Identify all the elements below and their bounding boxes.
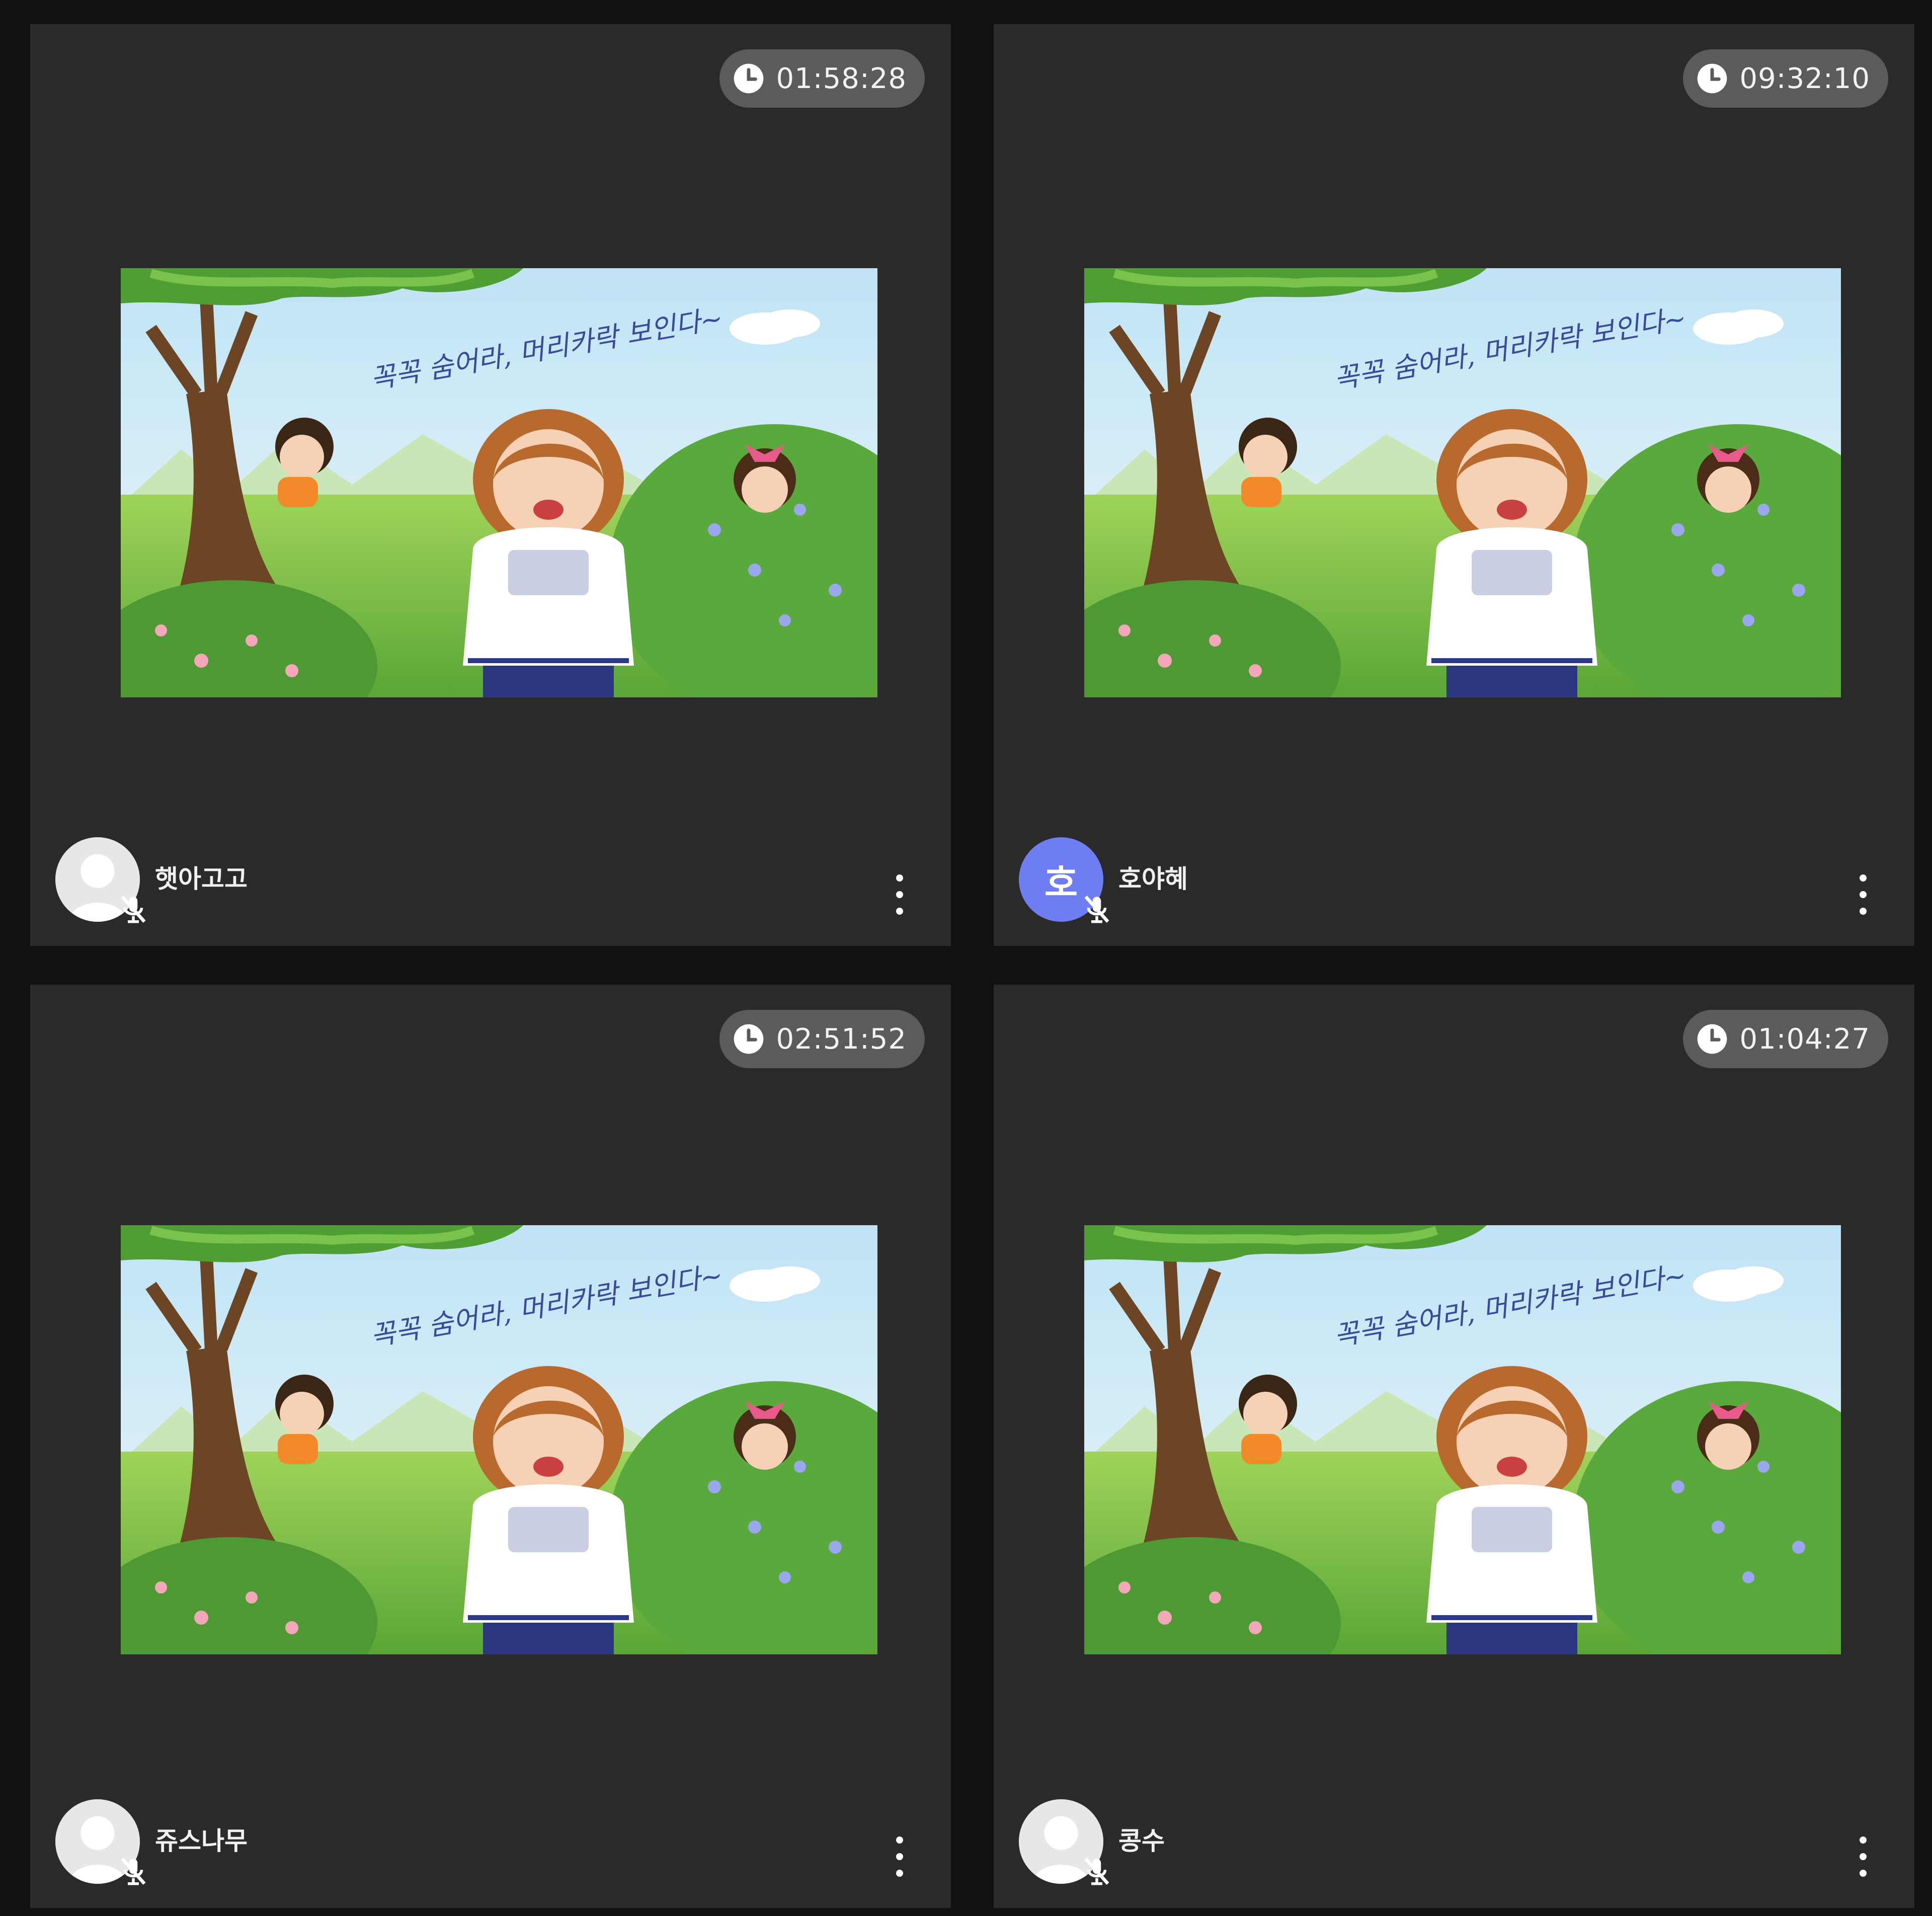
participant-name: 콩수: [1118, 1826, 1165, 1856]
participant-info: 호 호야혜: [1019, 837, 1188, 922]
avatar[interactable]: [55, 1799, 140, 1884]
timer-text: 01:04:27: [1739, 1022, 1870, 1056]
participant-name: 호야혜: [1118, 864, 1188, 894]
elapsed-timer: 09:32:10: [1683, 49, 1888, 108]
participant-tile[interactable]: 01:58:28 햇아고고: [30, 24, 951, 946]
clock-icon: [733, 1023, 765, 1055]
clock-icon: [733, 62, 765, 95]
video-feed: [1084, 268, 1841, 697]
video-feed: [121, 268, 877, 697]
participant-info: 햇아고고: [55, 837, 248, 922]
mic-off-icon: [1080, 893, 1113, 926]
elapsed-timer: 01:04:27: [1683, 1010, 1888, 1068]
participant-tile[interactable]: 02:51:52 쥬스나무: [30, 985, 951, 1908]
clock-icon: [1696, 1023, 1728, 1055]
participant-tile[interactable]: 01:04:27 콩수: [994, 985, 1914, 1908]
avatar[interactable]: [55, 837, 140, 922]
more-options-button[interactable]: [890, 1837, 910, 1877]
mic-off-icon: [1080, 1855, 1113, 1888]
clock-icon: [1696, 62, 1728, 95]
timer-text: 09:32:10: [1739, 62, 1870, 95]
timer-text: 01:58:28: [776, 62, 907, 95]
elapsed-timer: 02:51:52: [719, 1010, 925, 1068]
participant-info: 쥬스나무: [55, 1799, 248, 1884]
avatar[interactable]: [1019, 1799, 1103, 1884]
video-feed: [1084, 1225, 1841, 1654]
mic-off-icon: [117, 893, 150, 926]
timer-text: 02:51:52: [776, 1022, 907, 1056]
participant-tile[interactable]: 09:32:10 호 호야혜: [994, 24, 1914, 946]
avatar[interactable]: 호: [1019, 837, 1103, 922]
more-options-button[interactable]: [1853, 874, 1873, 915]
more-options-button[interactable]: [1853, 1837, 1873, 1877]
participant-info: 콩수: [1019, 1799, 1165, 1884]
mic-off-icon: [117, 1855, 150, 1888]
video-feed: [121, 1225, 877, 1654]
elapsed-timer: 01:58:28: [719, 49, 925, 108]
participant-name: 햇아고고: [155, 864, 248, 894]
participant-name: 쥬스나무: [155, 1826, 248, 1856]
more-options-button[interactable]: [890, 874, 910, 915]
